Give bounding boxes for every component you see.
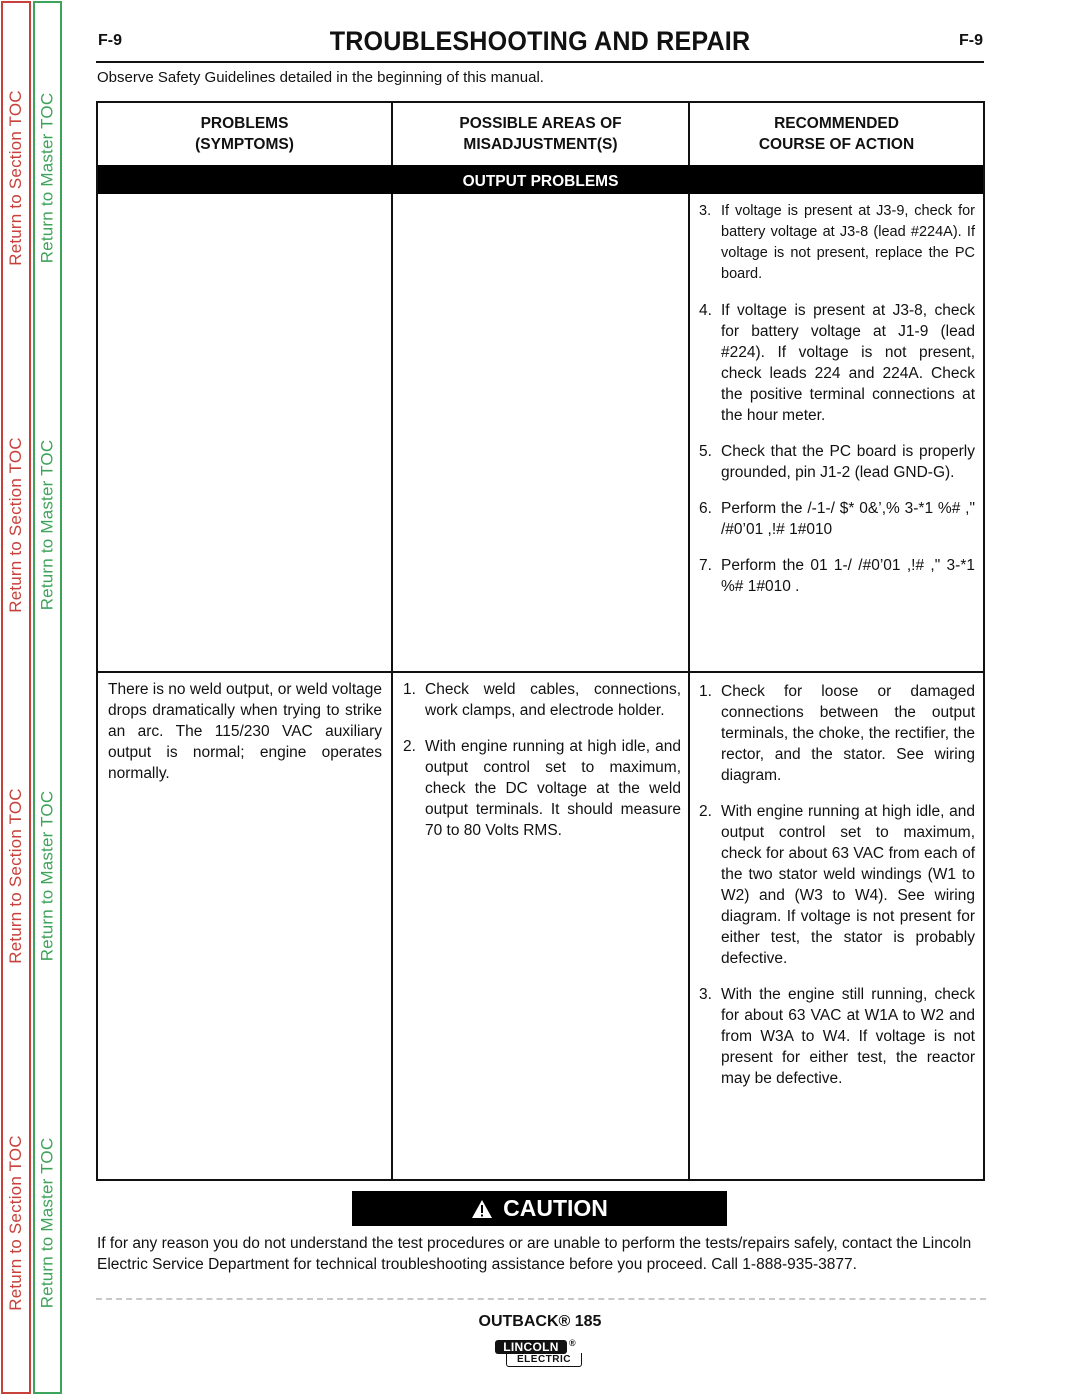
return-to-section-toc-link[interactable]: Return to Section TOC [3, 435, 29, 615]
column-divider [688, 103, 690, 1179]
caution-text: If for any reason you do not understand … [97, 1235, 972, 1273]
master-toc-strip: Return to Master TOC Return to Master TO… [33, 1, 62, 1394]
page-code-left: F-9 [98, 32, 122, 49]
column-header-course-of-action: RECOMMENDED COURSE OF ACTION [758, 115, 915, 153]
safety-note: Observe Safety Guidelines detailed in th… [97, 69, 544, 86]
product-name: OUTBACK® 185 [478, 1313, 602, 1330]
row2-misadjustments: 1. Check weld cables, connections, work … [403, 679, 681, 856]
action-item: 3. If voltage is present at J3-9, check … [699, 203, 975, 282]
title-divider [96, 61, 984, 63]
page-code-right: F-9 [959, 32, 983, 49]
row2-actions: 1. Check for loose or damaged connection… [699, 681, 975, 1104]
column-divider [391, 103, 393, 1179]
return-to-master-toc-link[interactable]: Return to Master TOC [35, 1133, 60, 1313]
return-to-master-toc-link[interactable]: Return to Master TOC [35, 786, 60, 966]
return-to-section-toc-link[interactable]: Return to Section TOC [3, 88, 29, 268]
action-item: 1. Check for loose or damaged connection… [699, 683, 975, 784]
footer-divider [96, 1298, 986, 1300]
section-toc-strip: Return to Section TOC Return to Section … [1, 1, 31, 1394]
action-item: 3. With the engine still running, check … [699, 986, 975, 1087]
action-item: 2. With engine running at high idle, and… [699, 803, 975, 967]
action-item: 7. Perform the 01 1-/ /#0’01 ,!# ," 3-*1… [699, 557, 975, 595]
page-title: TROUBLESHOOTING AND REPAIR [329, 26, 751, 56]
section-band-output-problems: OUTPUT PROBLEMS [98, 165, 983, 194]
return-to-section-toc-link[interactable]: Return to Section TOC [3, 786, 29, 966]
symptom-text: There is no weld output, or weld voltage… [108, 681, 382, 782]
return-to-master-toc-link[interactable]: Return to Master TOC [35, 435, 60, 615]
troubleshooting-table: PROBLEMS (SYMPTOMS) POSSIBLE AREAS OF MI… [96, 101, 985, 1181]
misadjustment-item: 2. With engine running at high idle, and… [403, 738, 681, 839]
action-item: 5. Check that the PC board is properly g… [699, 443, 975, 481]
caution-banner: CAUTION [352, 1191, 727, 1226]
action-item: 4. If voltage is present at J3-8, check … [699, 302, 975, 424]
warning-triangle-icon [472, 1199, 493, 1218]
misadjustment-item: 1. Check weld cables, connections, work … [403, 681, 681, 719]
column-header-problems: PROBLEMS (SYMPTOMS) [195, 115, 294, 153]
return-to-master-toc-link[interactable]: Return to Master TOC [35, 88, 60, 268]
action-item: 6. Perform the /-1-/ $* 0&’,% 3-*1 %# ,"… [699, 500, 975, 538]
row1-actions: 3. If voltage is present at J3-9, check … [699, 201, 975, 612]
lincoln-electric-logo: LINCOLN ® ELECTRIC [495, 1338, 587, 1368]
caution-label: CAUTION [503, 1195, 608, 1221]
return-to-section-toc-link[interactable]: Return to Section TOC [3, 1133, 29, 1313]
column-header-misadjustments: POSSIBLE AREAS OF MISADJUSTMENT(S) [459, 115, 622, 153]
row-divider [98, 671, 983, 673]
